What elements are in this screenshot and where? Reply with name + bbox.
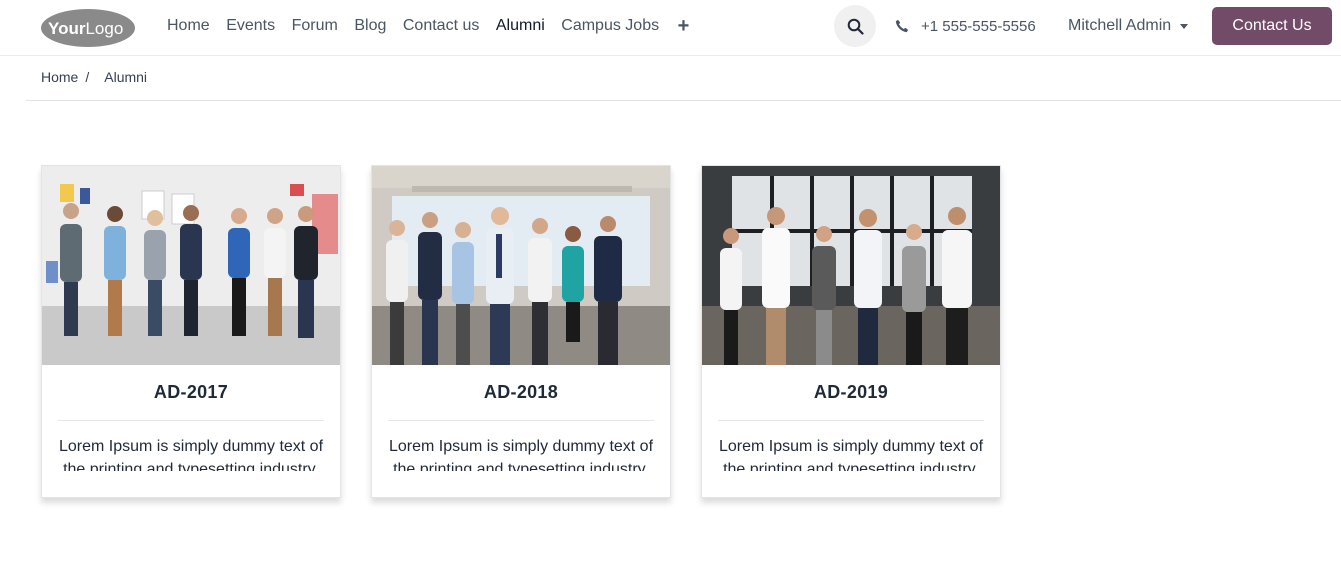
site-header: YourLogo Home Events Forum Blog Contact …	[0, 0, 1341, 56]
card-divider	[58, 420, 324, 421]
alumni-card-2019[interactable]: AD-2019 Lorem Ipsum is simply dummy text…	[701, 165, 1001, 498]
alumni-group-photo	[372, 166, 670, 365]
search-button[interactable]	[834, 5, 876, 47]
card-title[interactable]: AD-2019	[702, 382, 1000, 403]
card-divider	[718, 420, 984, 421]
breadcrumb-current: Alumni	[104, 69, 148, 85]
user-menu[interactable]: Mitchell Admin	[1068, 0, 1189, 52]
nav-item-alumni[interactable]: Alumni	[496, 17, 545, 35]
alumni-group-photo	[42, 166, 340, 365]
search-icon	[847, 18, 864, 35]
divider	[26, 100, 1341, 101]
main-nav: Home Events Forum Blog Contact us Alumni…	[167, 0, 689, 52]
logo-text-bold: Your	[48, 19, 86, 38]
phone-link[interactable]: +1 555-555-5556	[895, 0, 1036, 52]
logo[interactable]: YourLogo	[40, 8, 136, 48]
nav-item-blog[interactable]: Blog	[354, 17, 386, 35]
breadcrumb: Home / Alumni	[41, 69, 147, 85]
card-description: Lorem Ipsum is simply dummy text of the …	[718, 438, 984, 471]
svg-text:YourLogo: YourLogo	[48, 19, 123, 38]
alumni-card-2018[interactable]: AD-2018 Lorem Ipsum is simply dummy text…	[371, 165, 671, 498]
nav-item-campus-jobs[interactable]: Campus Jobs	[561, 17, 659, 35]
card-description: Lorem Ipsum is simply dummy text of the …	[58, 438, 324, 471]
logo-text: Logo	[85, 19, 123, 38]
nav-item-home[interactable]: Home	[167, 17, 210, 35]
card-title[interactable]: AD-2018	[372, 382, 670, 403]
card-description: Lorem Ipsum is simply dummy text of the …	[388, 438, 654, 471]
breadcrumb-home[interactable]: Home	[41, 69, 78, 85]
card-title[interactable]: AD-2017	[42, 382, 340, 403]
card-divider	[388, 420, 654, 421]
phone-icon	[895, 19, 909, 33]
alumni-group-photo	[702, 166, 1000, 365]
nav-item-events[interactable]: Events	[226, 17, 275, 35]
plus-icon[interactable]: +	[678, 16, 690, 36]
nav-item-contact-us[interactable]: Contact us	[403, 17, 479, 35]
contact-us-button[interactable]: Contact Us	[1212, 7, 1332, 45]
nav-item-forum[interactable]: Forum	[292, 17, 338, 35]
alumni-card-2017[interactable]: AD-2017 Lorem Ipsum is simply dummy text…	[41, 165, 341, 498]
breadcrumb-separator: /	[85, 69, 90, 85]
user-name: Mitchell Admin	[1068, 17, 1172, 34]
phone-number: +1 555-555-5556	[921, 17, 1036, 35]
chevron-down-icon	[1180, 23, 1189, 29]
